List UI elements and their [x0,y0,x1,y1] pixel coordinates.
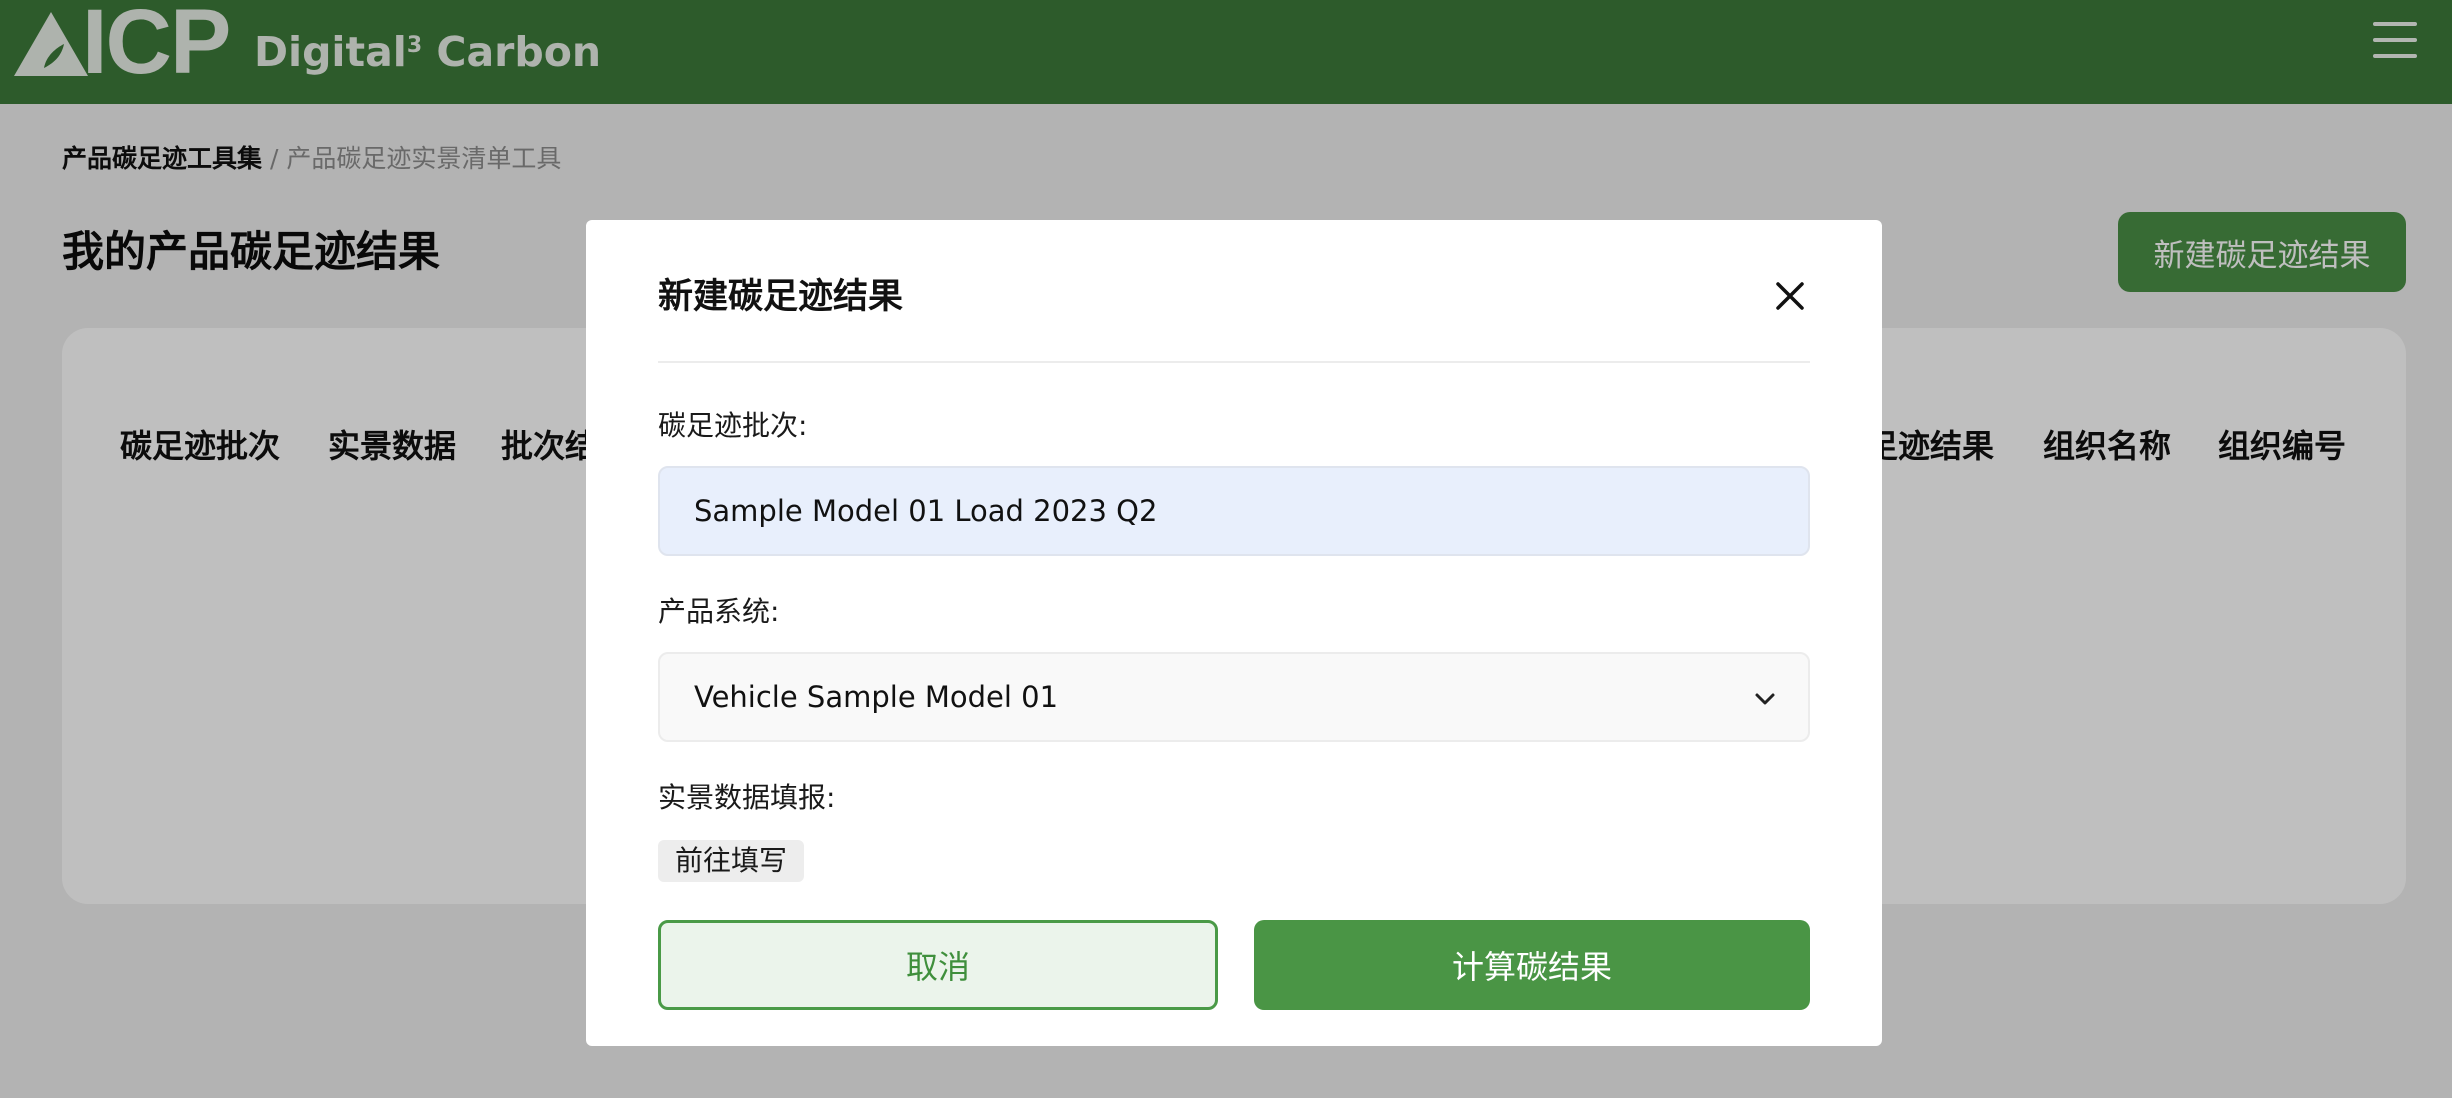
calculate-result-button[interactable]: 计算碳结果 [1254,920,1810,1010]
go-fill-button[interactable]: 前往填写 [658,840,805,882]
cancel-button[interactable]: 取消 [658,920,1218,1010]
batch-label: 碳足迹批次: [658,409,808,442]
field-data-label: 实景数据填报: [658,781,836,814]
new-result-dialog: 新建碳足迹结果 碳足迹批次: Sample Model 01 Load 2023… [586,220,1882,1046]
product-system-label: 产品系统: [658,595,780,628]
chevron-down-icon [1755,693,1775,705]
dialog-title: 新建碳足迹结果 [658,277,904,317]
close-icon[interactable] [1772,278,1808,314]
dialog-divider [658,361,1810,363]
product-system-value: Vehicle Sample Model 01 [694,680,1059,714]
batch-input[interactable]: Sample Model 01 Load 2023 Q2 [658,466,1810,556]
product-system-select[interactable]: Vehicle Sample Model 01 [658,652,1810,742]
